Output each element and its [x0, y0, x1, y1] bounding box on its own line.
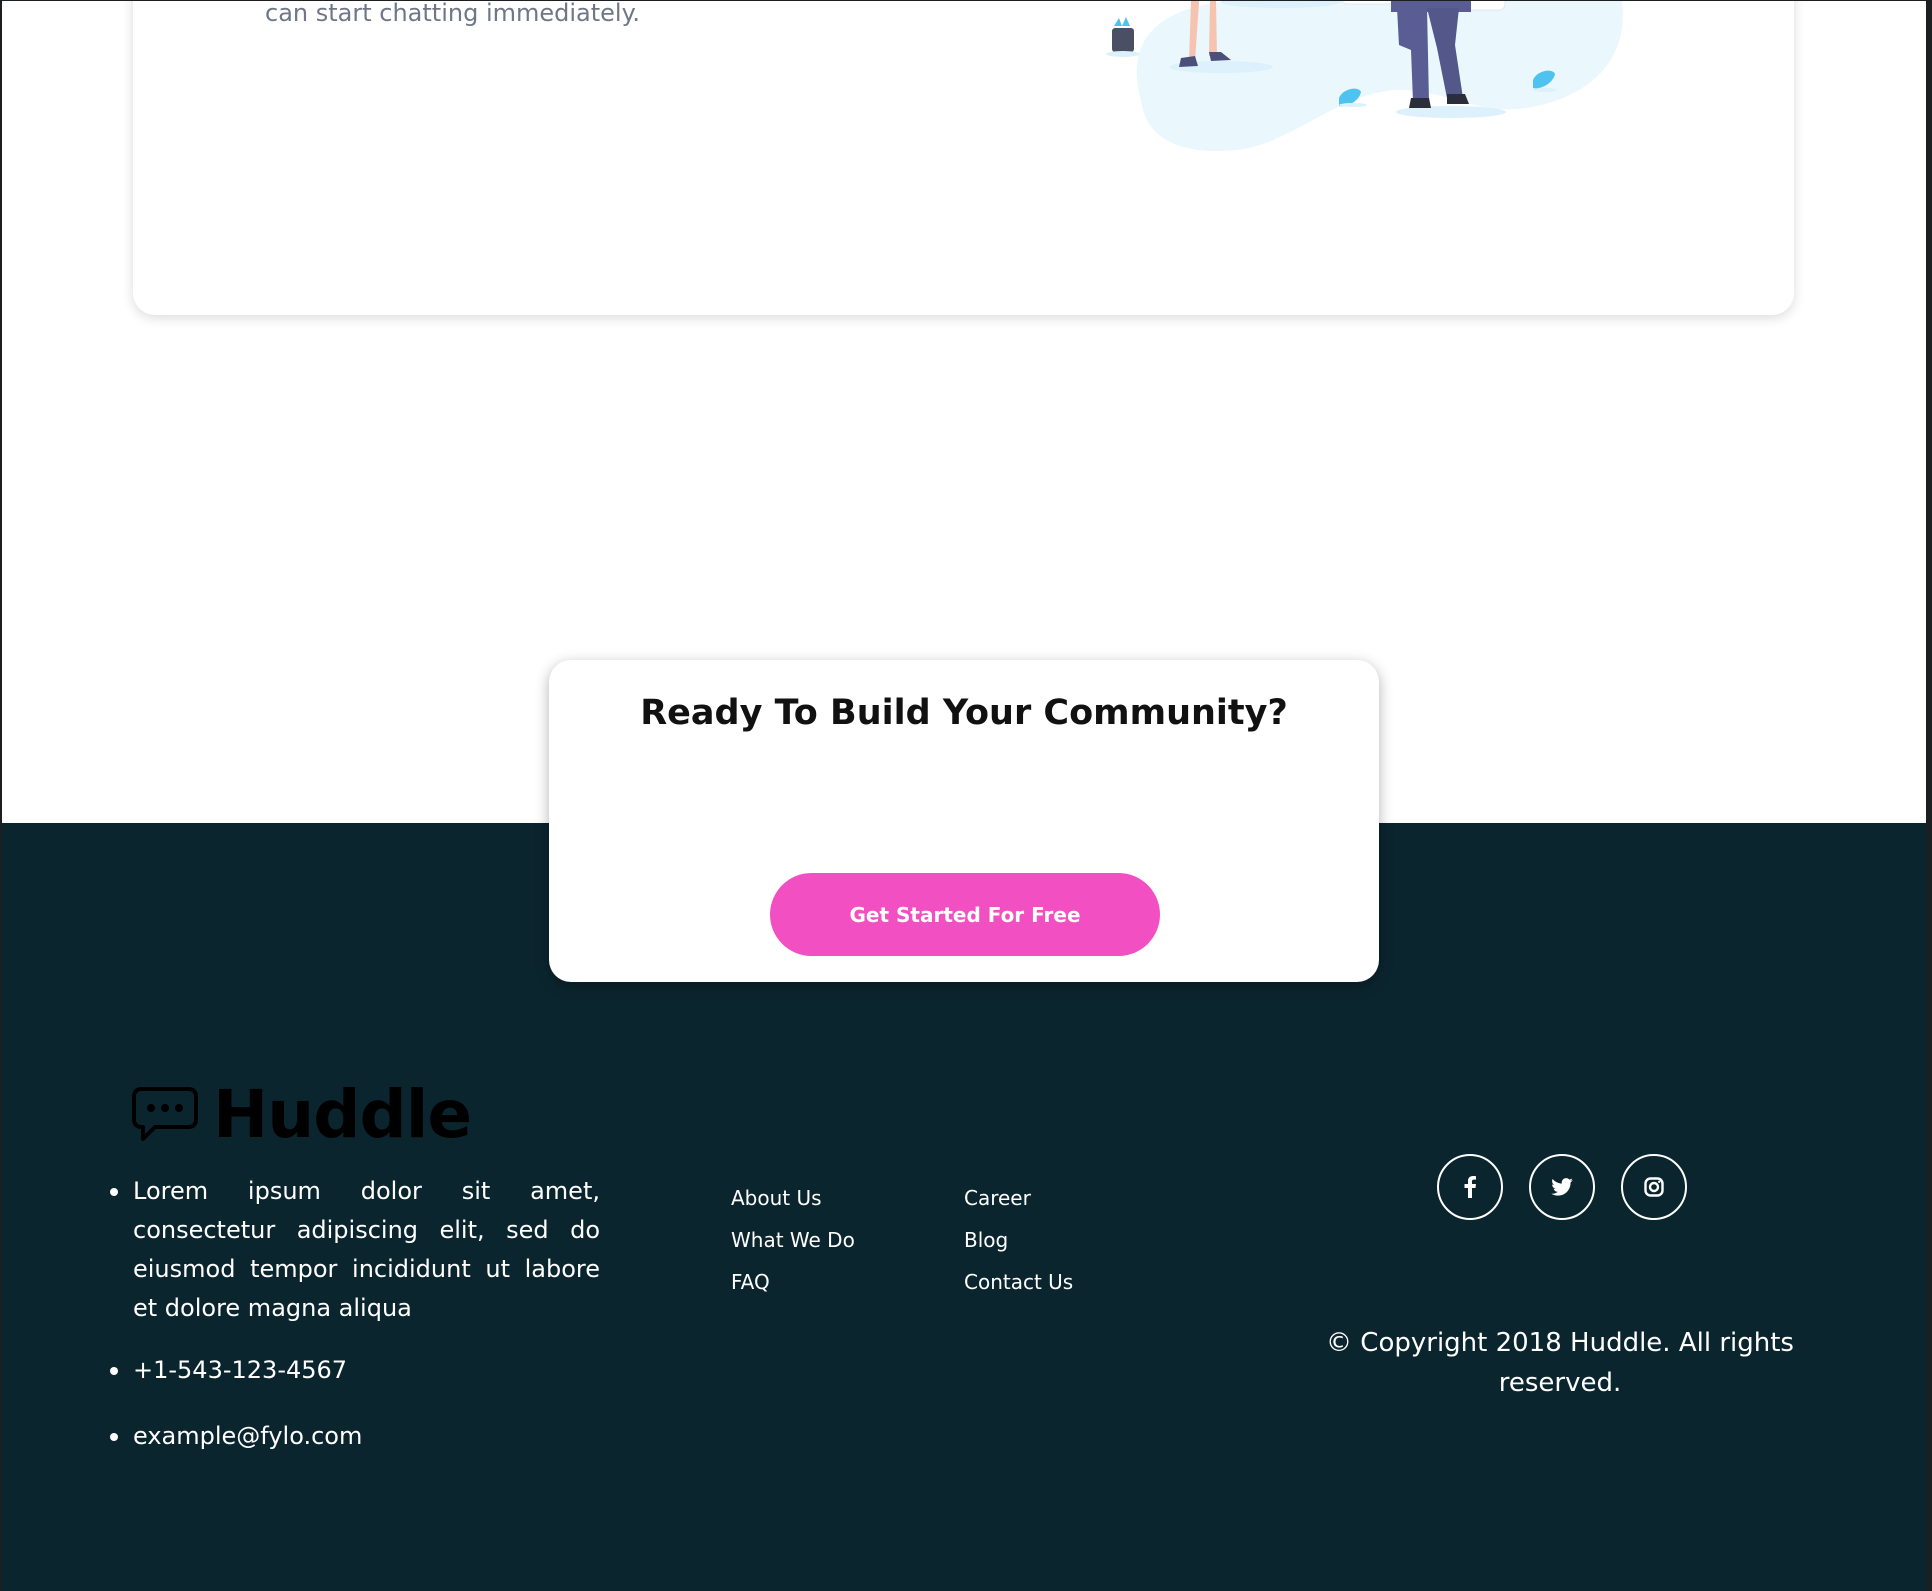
facebook-icon: [1464, 1176, 1476, 1198]
bullet-icon: [110, 1433, 118, 1441]
contact-info-list: Lorem ipsum dolor sit amet, consectetur …: [110, 1172, 600, 1483]
instagram-button[interactable]: [1621, 1154, 1687, 1220]
copyright-text: © Copyright 2018 Huddle. All rights rese…: [1326, 1328, 1794, 1398]
feature-card: can start chatting immediately.: [133, 0, 1794, 315]
email-address[interactable]: example@fylo.com: [133, 1422, 362, 1450]
link-contact-us[interactable]: Contact Us: [964, 1270, 1073, 1294]
cta-title: Ready To Build Your Community?: [640, 693, 1288, 733]
email-item: example@fylo.com: [110, 1417, 600, 1456]
chat-bubble-icon: [132, 1087, 198, 1141]
facebook-button[interactable]: [1437, 1154, 1503, 1220]
link-blog[interactable]: Blog: [964, 1228, 1008, 1252]
twitter-icon: [1551, 1178, 1573, 1196]
footer-links-column-1: About Us What We Do FAQ: [731, 1183, 855, 1309]
link-what-we-do[interactable]: What We Do: [731, 1228, 855, 1252]
about-text-item: Lorem ipsum dolor sit amet, consectetur …: [110, 1172, 600, 1328]
link-faq[interactable]: FAQ: [731, 1270, 770, 1294]
instagram-icon: [1644, 1177, 1664, 1197]
people-chatting-illustration: [1106, 0, 1623, 151]
brand-name: Huddle: [213, 1076, 472, 1153]
link-career[interactable]: Career: [964, 1186, 1031, 1210]
footer-links-column-2: Career Blog Contact Us: [964, 1183, 1073, 1309]
bullet-icon: [110, 1367, 118, 1375]
twitter-button[interactable]: [1529, 1154, 1595, 1220]
link-about-us[interactable]: About Us: [731, 1186, 822, 1210]
cta-card: Ready To Build Your Community? Get Start…: [549, 660, 1379, 982]
phone-item: +1-543-123-4567: [110, 1351, 600, 1390]
about-text: Lorem ipsum dolor sit amet, consectetur …: [133, 1177, 600, 1322]
feature-description: can start chatting immediately.: [265, 0, 640, 27]
get-started-button[interactable]: Get Started For Free: [770, 873, 1160, 956]
phone-number[interactable]: +1-543-123-4567: [133, 1356, 347, 1384]
bullet-icon: [110, 1188, 118, 1196]
